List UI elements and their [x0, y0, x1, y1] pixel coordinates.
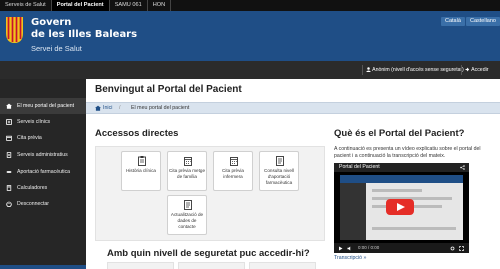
sidebar-item-desconnectar[interactable]: Desconnectar — [0, 196, 86, 212]
video-frame-header — [340, 175, 463, 183]
play-small-icon[interactable] — [338, 246, 343, 251]
tile-label: Actualització de dades de contacte — [170, 212, 204, 229]
tile-label: Cita prèvia metge de família — [169, 168, 206, 179]
que-heading: Què és el Portal del Pacient? — [334, 128, 465, 139]
security-level-box — [249, 262, 316, 269]
security-level-box — [178, 262, 245, 269]
security-heading: Amb quin nivell de seguretat puc accedir… — [107, 248, 310, 259]
home-icon — [6, 103, 12, 109]
coat-of-arms-logo[interactable] — [6, 17, 23, 43]
breadcrumb-separator: / — [119, 105, 121, 111]
document-icon — [276, 156, 284, 166]
accessos-panel: Història clínica Cita prèvia metge de fa… — [95, 146, 325, 241]
breadcrumb-home-icon[interactable] — [95, 105, 101, 111]
header-title-line1: Govern — [31, 17, 72, 28]
user-status[interactable]: Anònim (nivell d'accés sense seguretat) — [362, 65, 467, 75]
video-title[interactable]: Portal del Pacient — [339, 163, 380, 172]
breadcrumb-current: El meu portal del pacient — [131, 105, 190, 111]
pharmacy-icon — [6, 171, 12, 173]
tile-label: Cita prèvia infermera — [222, 168, 244, 179]
user-bar: Anònim (nivell d'accés sense seguretat) … — [0, 61, 500, 79]
sidebar: El meu portal del pacient Serveis clínic… — [0, 79, 86, 269]
que-description: A continuació es presenta un vídeo expli… — [334, 146, 481, 159]
video-time: 0:00 / 0:00 — [358, 245, 380, 250]
login-label: Accedir — [471, 67, 489, 73]
top-links-bar: Serveis de Salut Portal del Pacient SAMU… — [0, 0, 500, 11]
page-title: Benvingut al Portal del Pacient — [95, 84, 242, 95]
calendar-icon — [6, 135, 12, 141]
header-title-line2: de les Illes Balears — [31, 29, 138, 40]
header-subtitle: Servei de Salut — [31, 44, 82, 53]
lang-castellano-button[interactable]: Castellano — [466, 17, 500, 26]
clinic-icon — [6, 119, 12, 125]
accessos-heading: Accessos directes — [95, 128, 179, 139]
settings-icon[interactable] — [450, 246, 455, 251]
document-icon — [6, 152, 12, 158]
document-icon — [184, 200, 192, 210]
tile-historia-clinica[interactable]: Història clínica — [121, 151, 161, 191]
tile-actualitzacio-dades[interactable]: Actualització de dades de contacte — [167, 195, 207, 235]
calendar-icon — [184, 157, 192, 166]
sidebar-item-label: Serveis clínics — [17, 119, 51, 125]
top-link-samu[interactable]: SAMU 061 — [110, 0, 148, 11]
login-button[interactable]: Accedir — [461, 65, 491, 75]
top-link-serveis-salut[interactable]: Serveis de Salut — [0, 0, 52, 11]
video-title-bar: Portal del Pacient — [334, 163, 469, 172]
share-icon[interactable] — [460, 165, 465, 170]
play-icon — [397, 203, 405, 211]
sidebar-item-aportacio-farmaceutica[interactable]: Aportació farmacèutica — [0, 164, 86, 180]
security-levels — [107, 262, 316, 269]
play-button[interactable] — [386, 199, 414, 215]
breadcrumb-home[interactable]: Inici — [103, 103, 112, 113]
sidebar-item-label: Cita prèvia — [17, 135, 42, 141]
sidebar-item-label: Aportació farmacèutica — [17, 169, 71, 175]
video-player[interactable]: Portal del Pacient 0:00 / 0:00 — [334, 163, 469, 253]
sidebar-item-label: Calculadores — [17, 185, 48, 191]
sidebar-item-label: Desconnectar — [17, 201, 50, 207]
tile-label: Història clínica — [126, 168, 156, 173]
tile-aportacio-farmaceutica[interactable]: Consulta nivell d'aportació farmacèutica — [259, 151, 299, 191]
sidebar-item-label: El meu portal del pacient — [17, 103, 75, 109]
volume-icon[interactable] — [347, 246, 352, 251]
calendar-icon — [230, 157, 238, 166]
sidebar-item-serveis-clinics[interactable]: Serveis clínics — [0, 114, 86, 130]
sidebar-footer-strip — [0, 265, 86, 269]
calculator-icon — [6, 185, 12, 191]
tile-label: Consulta nivell d'aportació farmacèutica — [264, 168, 294, 185]
video-controls: 0:00 / 0:00 — [334, 243, 469, 253]
sidebar-item-cita-previa[interactable]: Cita prèvia — [0, 130, 86, 146]
fullscreen-icon[interactable] — [459, 245, 464, 251]
sidebar-item-serveis-administratius[interactable]: Serveis administratius — [0, 147, 86, 163]
user-icon — [366, 66, 371, 72]
user-status-label: Anònim (nivell d'accés sense seguretat) — [372, 67, 464, 73]
tile-cita-infermera[interactable]: Cita prèvia infermera — [213, 151, 253, 191]
top-link-portal-pacient[interactable]: Portal del Pacient — [51, 0, 110, 11]
site-header: Govern de les Illes Balears Servei de Sa… — [0, 11, 500, 61]
clipboard-icon — [138, 156, 146, 166]
main-content: Benvingut al Portal del Pacient Inici / … — [86, 79, 500, 269]
transcription-link[interactable]: Transcripció » — [334, 255, 366, 261]
tile-cita-metge[interactable]: Cita prèvia metge de família — [167, 151, 207, 191]
video-frame-sidebar — [340, 183, 366, 240]
video-frame-line — [372, 227, 456, 230]
login-arrow-icon — [465, 67, 470, 71]
security-level-box — [107, 262, 174, 269]
sidebar-item-portal[interactable]: El meu portal del pacient — [0, 98, 86, 114]
power-icon — [6, 201, 12, 207]
sidebar-item-label: Serveis administratius — [17, 152, 68, 158]
video-frame-line — [372, 189, 422, 192]
lang-catala-button[interactable]: Català — [441, 17, 465, 26]
breadcrumb: Inici / El meu portal del pacient — [86, 102, 500, 114]
sidebar-item-calculadores[interactable]: Calculadores — [0, 180, 86, 196]
top-link-hon[interactable]: HON — [148, 0, 172, 11]
